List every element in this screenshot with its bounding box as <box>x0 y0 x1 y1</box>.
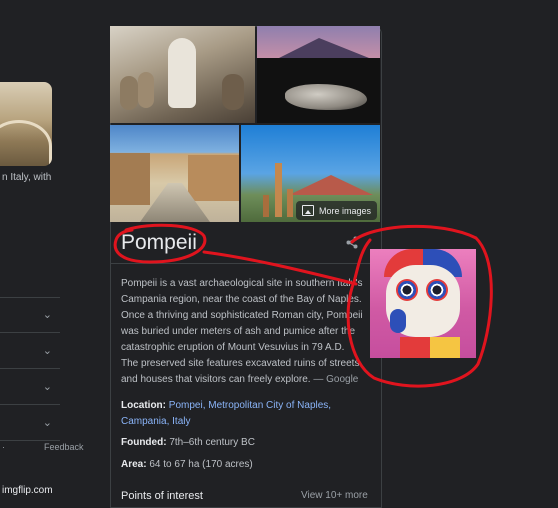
more-images-label: More images <box>319 205 372 216</box>
fact-label: Founded: <box>121 437 167 448</box>
eye <box>396 279 418 301</box>
fact-value: 7th–6th century BC <box>169 437 255 448</box>
pasted-character-image <box>370 249 476 358</box>
fact-value: 64 to 67 ha (170 acres) <box>149 459 253 470</box>
panel-divider <box>110 263 380 264</box>
description-text: Pompeii is a vast archaeological site in… <box>121 278 363 385</box>
chevron-down-icon: ⌄ <box>42 381 52 393</box>
chevron-down-icon: ⌄ <box>42 345 52 357</box>
expandable-row[interactable]: ⌄ <box>0 298 60 333</box>
expandable-row[interactable]: ⌄ <box>0 406 60 441</box>
view-more-link[interactable]: View 10+ more <box>301 490 368 501</box>
feedback-link[interactable]: Feedback <box>44 442 84 452</box>
image-icon <box>302 205 314 216</box>
share-icon[interactable] <box>346 236 358 252</box>
snippet-text: n Italy, with <box>2 172 52 183</box>
image-forum-vesuvius[interactable]: More images <box>241 125 380 222</box>
eye <box>426 279 448 301</box>
panel-description: Pompeii is a vast archaeological site in… <box>121 276 373 388</box>
image-plaster-casts[interactable] <box>110 26 255 123</box>
image-vesuvius-cast[interactable] <box>257 26 380 123</box>
chevron-down-icon: ⌄ <box>42 417 52 429</box>
fact-area: Area: 64 to 67 ha (170 acres) <box>121 457 371 473</box>
fact-founded: Founded: 7th–6th century BC <box>121 435 371 451</box>
watermark: imgflip.com <box>2 485 53 496</box>
points-of-interest-heading: Points of interest <box>121 490 203 502</box>
fact-location: Location: Pompei, Metropolitan City of N… <box>121 398 371 430</box>
separator-dot: · <box>2 442 5 452</box>
image-pompeii-street[interactable] <box>110 125 239 222</box>
fact-label: Location: <box>121 400 166 411</box>
thumbnail-colosseum[interactable] <box>0 82 52 166</box>
panel-title: Pompeii <box>121 231 197 254</box>
expandable-row[interactable]: ⌄ <box>0 370 60 405</box>
chevron-down-icon: ⌄ <box>42 309 52 321</box>
expandable-row[interactable]: ⌄ <box>0 334 60 369</box>
more-images-button[interactable]: More images <box>296 201 378 220</box>
description-source[interactable]: — Google <box>311 374 358 385</box>
fact-label: Area: <box>121 459 147 470</box>
